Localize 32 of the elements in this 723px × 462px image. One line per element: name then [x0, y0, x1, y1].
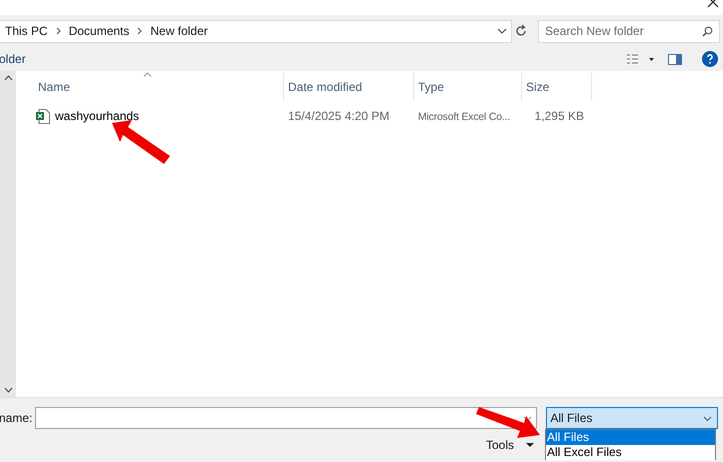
column-header[interactable]: Type — [414, 73, 522, 101]
column-header[interactable]: Name — [34, 73, 284, 101]
preview-pane-icon[interactable] — [668, 54, 682, 64]
breadcrumb-item[interactable]: This PC — [5, 22, 48, 40]
file-type-option[interactable]: All Files — [546, 430, 715, 445]
size-cell-text: 1,295 KB — [534, 108, 585, 125]
date-cell-text: 15/4/2025 4:20 PM — [287, 108, 390, 125]
scroll-down-icon[interactable] — [4, 387, 12, 393]
file-type-option[interactable]: All Excel Files — [546, 445, 715, 460]
view-options-icon[interactable] — [626, 54, 654, 64]
column-header[interactable]: Size — [522, 73, 592, 101]
type-cell: Microsoft Excel Co... — [418, 110, 510, 123]
chevron-icon — [137, 27, 142, 35]
help-icon[interactable] — [702, 51, 718, 67]
chevron-icon — [56, 27, 61, 35]
file-type-dropdown[interactable]: All Files — [546, 407, 718, 429]
address-bar[interactable]: This PC Documents New folder — [0, 20, 512, 42]
caret-icon — [526, 443, 534, 447]
tools-button[interactable]: Tools — [486, 436, 534, 454]
refresh-icon[interactable] — [514, 24, 528, 38]
search-field[interactable]: Search New folder — [545, 22, 702, 40]
scroll-up-icon[interactable] — [4, 75, 12, 81]
search-icon — [702, 26, 713, 36]
breadcrumb-item[interactable]: New folder — [150, 22, 208, 40]
sort-up-icon — [143, 72, 152, 77]
column-header[interactable]: Date modified — [284, 73, 414, 101]
breadcrumb-item[interactable]: Documents — [68, 22, 130, 40]
file-name-label: name: — [0, 410, 32, 427]
excel-file-icon — [36, 108, 50, 124]
pointer-arrow — [474, 406, 542, 440]
file-name[interactable]: washyourhands — [55, 107, 140, 125]
search-box[interactable]: Search New folder — [538, 20, 720, 42]
